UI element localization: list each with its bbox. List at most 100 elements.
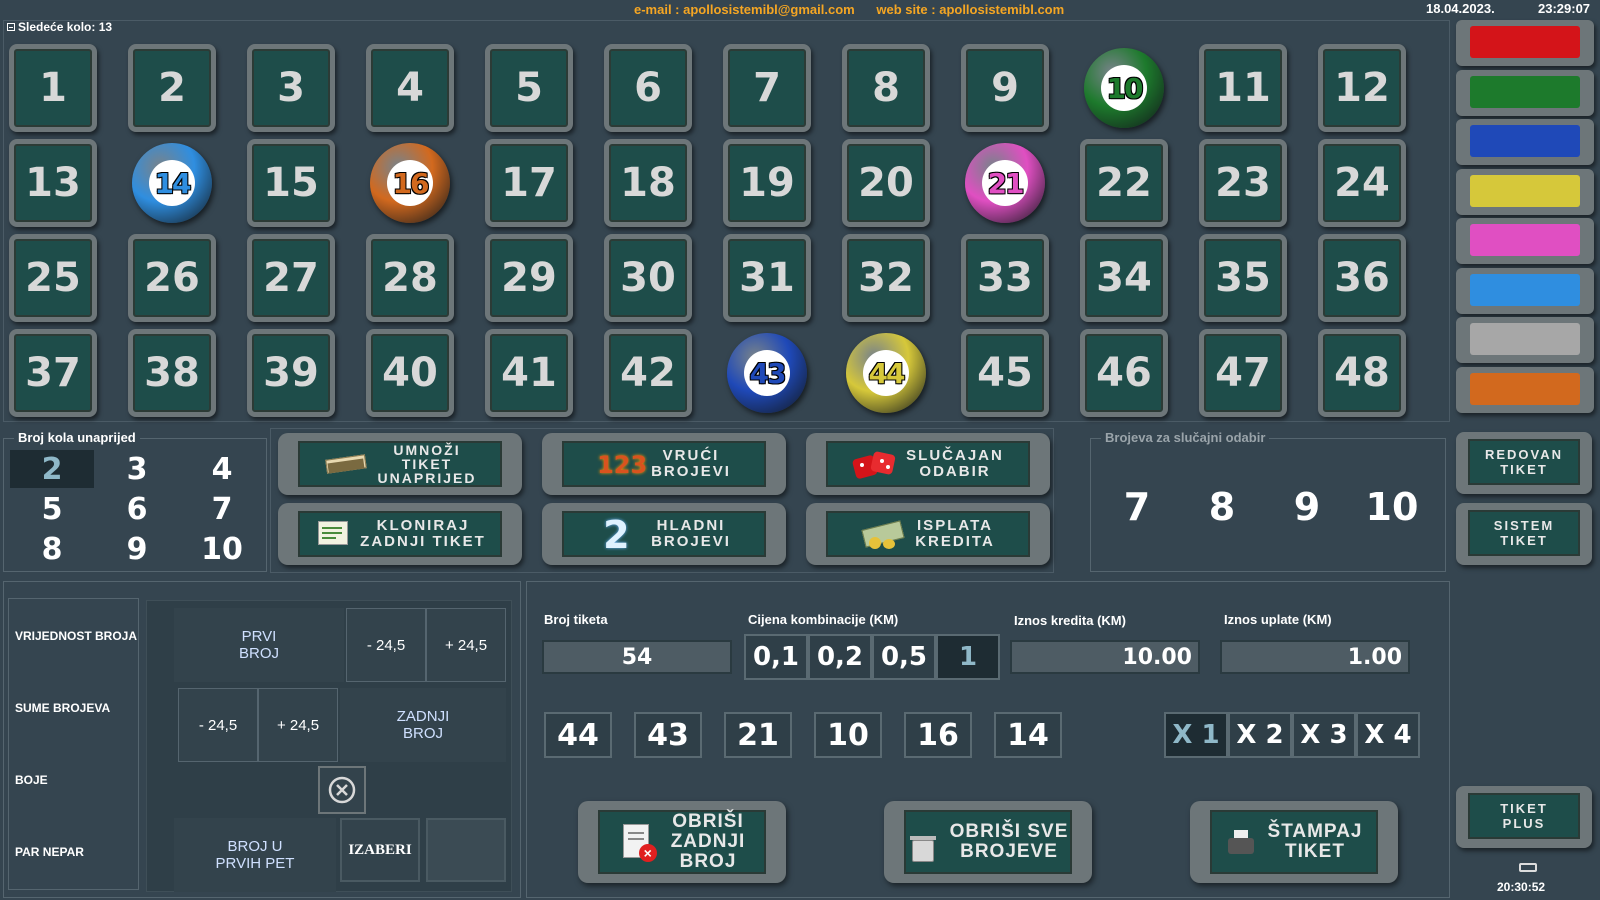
drawn-ball-10[interactable]: 10 <box>1084 48 1164 128</box>
choose-button[interactable]: IZABERI <box>340 818 420 882</box>
number-tile-18[interactable]: 18 <box>604 139 692 227</box>
rounds-option-4[interactable]: 4 <box>180 450 264 488</box>
number-tile-9[interactable]: 9 <box>961 44 1049 132</box>
number-tile-3[interactable]: 3 <box>247 44 335 132</box>
collapse-icon[interactable] <box>7 23 15 31</box>
color-swatch-pink[interactable] <box>1456 218 1594 264</box>
number-tile-32[interactable]: 32 <box>842 234 930 322</box>
sum-minus-button[interactable]: - 24,5 <box>178 688 258 762</box>
number-tile-15[interactable]: 15 <box>247 139 335 227</box>
number-tile-26[interactable]: 26 <box>128 234 216 322</box>
rounds-option-7[interactable]: 7 <box>180 490 264 528</box>
rounds-option-8[interactable]: 8 <box>10 530 94 568</box>
number-tile-46[interactable]: 46 <box>1080 329 1168 417</box>
picked-number[interactable]: 44 <box>544 712 612 758</box>
color-swatch-green[interactable] <box>1456 69 1594 116</box>
delete-all-button[interactable]: OBRIŠI SVE BROJEVE <box>884 801 1092 883</box>
number-tile-34[interactable]: 34 <box>1080 234 1168 322</box>
clear-colors-button[interactable] <box>318 766 366 814</box>
number-tile-8[interactable]: 8 <box>842 44 930 132</box>
drawn-ball-43[interactable]: 43 <box>727 333 807 413</box>
price-option[interactable]: 0,1 <box>744 634 808 680</box>
drawn-ball-44[interactable]: 44 <box>846 333 926 413</box>
delete-last-button[interactable]: × OBRIŠI ZADNJI BROJ <box>578 801 786 883</box>
number-tile-22[interactable]: 22 <box>1080 139 1168 227</box>
multiplier-option[interactable]: X 1 <box>1164 712 1228 758</box>
number-tile-36[interactable]: 36 <box>1318 234 1406 322</box>
number-tile-19[interactable]: 19 <box>723 139 811 227</box>
system-ticket-button[interactable]: SISTEM TIKET <box>1456 503 1592 565</box>
picked-number[interactable]: 16 <box>904 712 972 758</box>
number-tile-41[interactable]: 41 <box>485 329 573 417</box>
ticket-plus-button[interactable]: TIKET PLUS <box>1456 786 1592 848</box>
number-tile-27[interactable]: 27 <box>247 234 335 322</box>
color-swatch-yellow[interactable] <box>1456 168 1594 215</box>
random-count-8[interactable]: 8 <box>1187 485 1257 529</box>
color-swatch-orange[interactable] <box>1456 366 1594 413</box>
rounds-option-3[interactable]: 3 <box>95 450 179 488</box>
credit-payout-button[interactable]: ISPLATA KREDITA <box>806 503 1050 565</box>
rounds-option-9[interactable]: 9 <box>95 530 179 568</box>
number-tile-6[interactable]: 6 <box>604 44 692 132</box>
rounds-option-10[interactable]: 10 <box>180 530 264 568</box>
number-tile-35[interactable]: 35 <box>1199 234 1287 322</box>
multiplier-option[interactable]: X 2 <box>1228 712 1292 758</box>
color-swatch-blue[interactable] <box>1456 119 1594 165</box>
cold-numbers-button[interactable]: 2 HLADNI BROJEVI <box>542 503 786 565</box>
sum-plus-button[interactable]: + 24,5 <box>258 688 338 762</box>
choose-value-box[interactable] <box>426 818 506 882</box>
number-tile-42[interactable]: 42 <box>604 329 692 417</box>
price-option[interactable]: 0,5 <box>872 634 936 680</box>
number-tile-13[interactable]: 13 <box>9 139 97 227</box>
number-tile-48[interactable]: 48 <box>1318 329 1406 417</box>
rounds-option-6[interactable]: 6 <box>95 490 179 528</box>
drawn-ball-14[interactable]: 14 <box>132 143 212 223</box>
first-plus-button[interactable]: + 24,5 <box>426 608 506 682</box>
color-swatch-red[interactable] <box>1456 20 1594 66</box>
drawn-ball-21[interactable]: 21 <box>965 143 1045 223</box>
print-ticket-button[interactable]: ŠTAMPAJ TIKET <box>1190 801 1398 883</box>
number-tile-47[interactable]: 47 <box>1199 329 1287 417</box>
random-count-7[interactable]: 7 <box>1102 485 1172 529</box>
random-count-10[interactable]: 10 <box>1357 485 1427 529</box>
number-tile-31[interactable]: 31 <box>723 234 811 322</box>
regular-ticket-button[interactable]: REDOVAN TIKET <box>1456 432 1592 494</box>
number-tile-25[interactable]: 25 <box>9 234 97 322</box>
number-tile-23[interactable]: 23 <box>1199 139 1287 227</box>
number-tile-29[interactable]: 29 <box>485 234 573 322</box>
rounds-option-5[interactable]: 5 <box>10 490 94 528</box>
first-minus-button[interactable]: - 24,5 <box>346 608 426 682</box>
number-tile-38[interactable]: 38 <box>128 329 216 417</box>
number-tile-4[interactable]: 4 <box>366 44 454 132</box>
number-tile-45[interactable]: 45 <box>961 329 1049 417</box>
picked-number[interactable]: 21 <box>724 712 792 758</box>
multiply-ticket-button[interactable]: UMNOŽI TIKET UNAPRIJED <box>278 433 522 495</box>
clone-ticket-button[interactable]: KLONIRAJ ZADNJI TIKET <box>278 503 522 565</box>
picked-number[interactable]: 10 <box>814 712 882 758</box>
rounds-option-2[interactable]: 2 <box>10 450 94 488</box>
price-option[interactable]: 1 <box>936 634 1000 680</box>
picked-number[interactable]: 14 <box>994 712 1062 758</box>
random-count-9[interactable]: 9 <box>1272 485 1342 529</box>
number-tile-37[interactable]: 37 <box>9 329 97 417</box>
number-tile-33[interactable]: 33 <box>961 234 1049 322</box>
hot-numbers-button[interactable]: 123 VRUĆI BROJEVI <box>542 433 786 495</box>
number-tile-7[interactable]: 7 <box>723 44 811 132</box>
number-tile-28[interactable]: 28 <box>366 234 454 322</box>
random-pick-button[interactable]: SLUČAJAN ODABIR <box>806 433 1050 495</box>
number-tile-2[interactable]: 2 <box>128 44 216 132</box>
number-tile-20[interactable]: 20 <box>842 139 930 227</box>
number-tile-12[interactable]: 12 <box>1318 44 1406 132</box>
number-tile-17[interactable]: 17 <box>485 139 573 227</box>
color-swatch-gray[interactable] <box>1456 317 1594 363</box>
picked-number[interactable]: 43 <box>634 712 702 758</box>
number-tile-11[interactable]: 11 <box>1199 44 1287 132</box>
price-option[interactable]: 0,2 <box>808 634 872 680</box>
number-tile-30[interactable]: 30 <box>604 234 692 322</box>
multiplier-option[interactable]: X 4 <box>1356 712 1420 758</box>
number-tile-1[interactable]: 1 <box>9 44 97 132</box>
number-tile-5[interactable]: 5 <box>485 44 573 132</box>
color-swatch-light-blue[interactable] <box>1456 267 1594 314</box>
number-tile-39[interactable]: 39 <box>247 329 335 417</box>
drawn-ball-16[interactable]: 16 <box>370 143 450 223</box>
